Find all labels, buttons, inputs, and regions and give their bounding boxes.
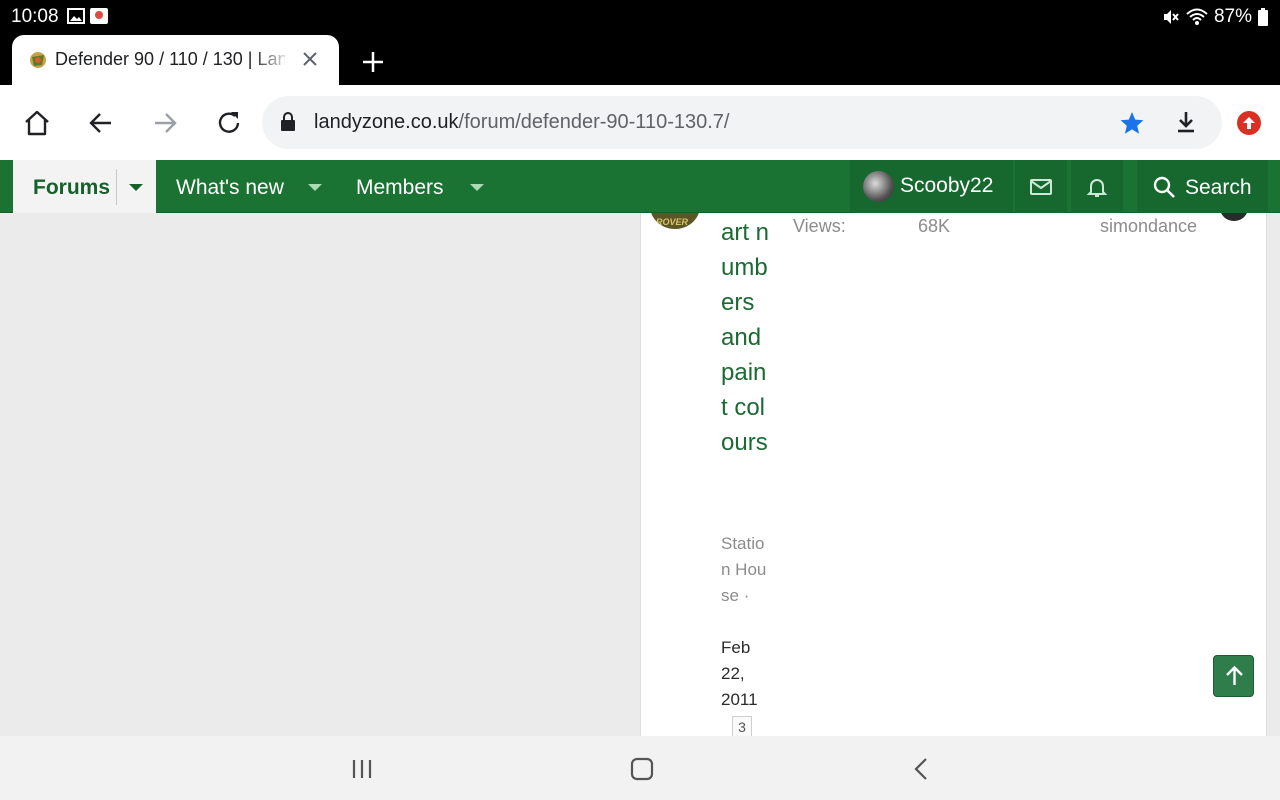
url-path: /forum/defender-90-110-130.7/	[458, 111, 730, 133]
page-content: ROVER art numbers and paint colours Stat…	[0, 213, 1280, 736]
clock: 10:08	[11, 6, 59, 27]
system-navigation-bar	[0, 736, 1280, 800]
thread-date-month: Feb	[721, 638, 751, 657]
browser-toolbar: landyzone.co.uk/forum/defender-90-110-13…	[0, 85, 1280, 160]
nav-forums-label: Forums	[33, 176, 111, 199]
status-right: 87%	[1162, 6, 1268, 28]
last-poster[interactable]: simondance	[1100, 216, 1197, 237]
close-tab-icon[interactable]	[300, 49, 320, 69]
forward-icon[interactable]	[151, 109, 179, 137]
status-bar: 10:08 87%	[0, 0, 1280, 34]
bell-icon[interactable]	[1085, 175, 1109, 199]
home-icon[interactable]	[23, 109, 51, 137]
search-icon[interactable]	[1152, 175, 1176, 199]
search-label[interactable]: Search	[1185, 176, 1252, 200]
address-bar[interactable]: landyzone.co.uk/forum/defender-90-110-13…	[262, 96, 1222, 149]
url-text[interactable]: landyzone.co.uk/forum/defender-90-110-13…	[314, 111, 729, 134]
reload-icon[interactable]	[215, 109, 243, 137]
thread-title[interactable]: art numbers and paint colours	[721, 215, 773, 460]
system-back-icon[interactable]	[909, 756, 935, 782]
download-icon[interactable]	[1173, 109, 1199, 135]
app-notification-icon	[90, 8, 108, 24]
wifi-icon	[1186, 8, 1208, 25]
thread-date-year: 2011	[721, 690, 758, 709]
chevron-down-icon[interactable]	[129, 184, 143, 191]
scroll-to-top-button[interactable]	[1213, 655, 1254, 697]
bookmark-star-icon[interactable]	[1119, 110, 1145, 136]
battery-icon	[1258, 8, 1268, 26]
chevron-down-icon[interactable]	[308, 184, 322, 191]
extension-update-icon[interactable]	[1237, 111, 1261, 135]
views-count: 68K	[918, 216, 951, 236]
nav-separator	[116, 169, 117, 205]
landyzone-favicon-icon	[30, 52, 46, 68]
battery-percent: 87%	[1213, 6, 1252, 27]
recent-apps-icon[interactable]	[349, 756, 375, 782]
envelope-icon[interactable]	[1029, 175, 1053, 199]
back-icon[interactable]	[87, 109, 115, 137]
thread-date[interactable]: Feb 22, 2011	[721, 635, 773, 713]
nav-forums-tab[interactable]: Forums	[13, 160, 156, 213]
gallery-notification-icon	[67, 8, 85, 24]
arrow-up-icon	[1226, 665, 1243, 685]
username[interactable]: Scooby22	[900, 174, 993, 198]
tab-title: Defender 90 / 110 / 130 | Landyzone	[55, 49, 285, 69]
lock-icon[interactable]	[279, 112, 297, 132]
mute-icon	[1163, 10, 1179, 24]
meta-separator: ·	[743, 586, 750, 605]
chevron-down-icon[interactable]	[470, 184, 484, 191]
new-tab-icon[interactable]	[360, 49, 386, 75]
tab-title-fade	[252, 45, 292, 75]
forum-navigation: Forums What's new Members Scooby22 Searc…	[0, 160, 1280, 213]
avatar-logo: ROVER	[656, 217, 689, 227]
home-button-icon[interactable]	[629, 756, 655, 782]
nav-whats-new[interactable]: What's new	[176, 176, 284, 200]
url-domain: landyzone.co.uk	[314, 111, 459, 133]
thread-author[interactable]: Station House ·	[721, 531, 773, 609]
avatar[interactable]	[863, 171, 894, 202]
thread-date-day: 22,	[721, 664, 745, 683]
page-link[interactable]: 3	[732, 716, 752, 736]
views-label: Views:	[793, 216, 846, 236]
nav-members[interactable]: Members	[356, 176, 444, 200]
tab-strip: Defender 90 / 110 / 130 | Landyzone	[0, 34, 1280, 85]
browser-tab[interactable]: Defender 90 / 110 / 130 | Landyzone	[12, 35, 339, 85]
